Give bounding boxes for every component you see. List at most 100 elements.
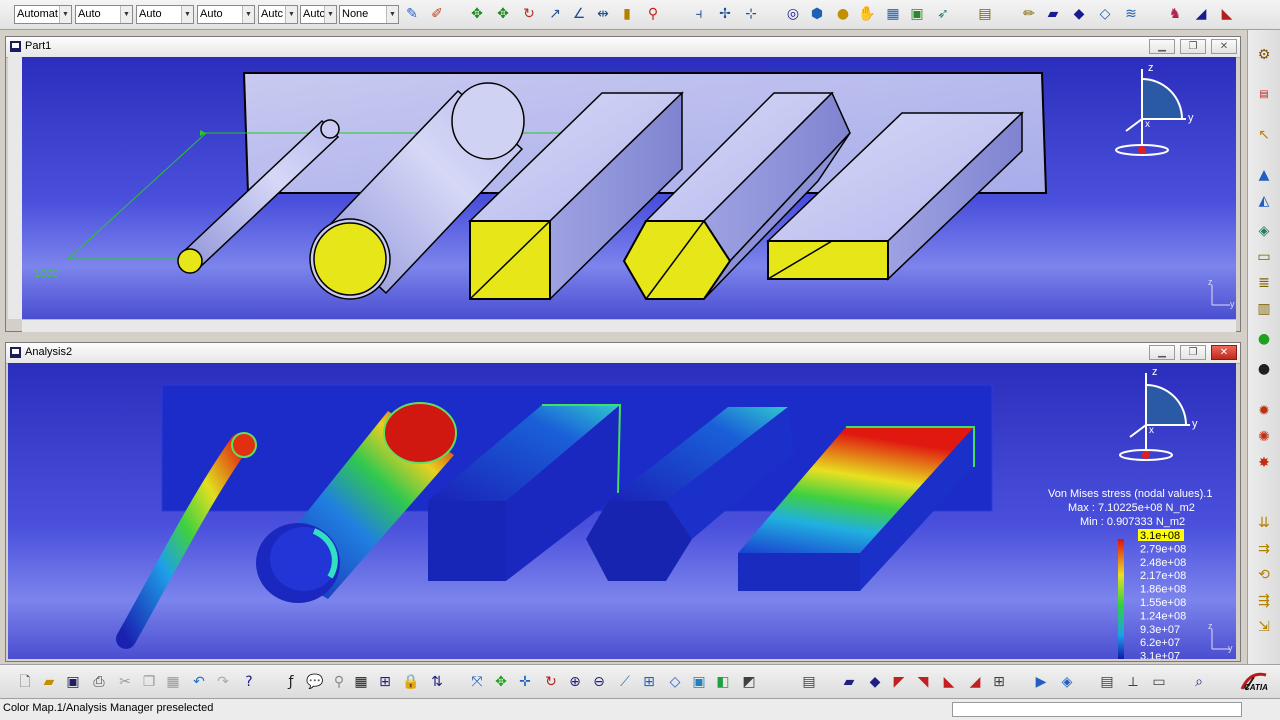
pdf-icon[interactable]: ▤ — [1255, 86, 1273, 104]
print-icon[interactable]: ⎙ — [90, 673, 108, 691]
close-button[interactable]: ✕ — [1211, 345, 1237, 360]
cut-icon[interactable]: ✂ — [116, 673, 134, 691]
restore-button[interactable]: ❐ — [1180, 345, 1206, 360]
rendering-style-dropdown[interactable]: Automat ▼ — [14, 5, 72, 24]
history-icon[interactable]: ▭ — [1150, 673, 1168, 691]
kinematics-icon[interactable]: ♞ — [1166, 5, 1184, 23]
command-input[interactable] — [952, 702, 1242, 717]
angle-icon[interactable]: ∠ — [570, 5, 588, 23]
report-icon[interactable]: ▤ — [1098, 673, 1116, 691]
principal-stress-icon[interactable]: ◢ — [966, 673, 984, 691]
table-icon[interactable]: ▤ — [976, 5, 994, 23]
force-icon[interactable]: ⇉ — [1255, 540, 1273, 558]
dimension-icon[interactable]: ⇹ — [594, 5, 612, 23]
axis-icon[interactable]: ✢ — [716, 5, 734, 23]
shell-icon[interactable]: ▭ — [1255, 248, 1273, 266]
catalog-icon[interactable]: ▤ — [800, 673, 818, 691]
beam-icon[interactable]: ≣ — [1255, 274, 1273, 292]
rotate-view-icon[interactable]: ↻ — [542, 673, 560, 691]
pan-view-icon[interactable]: ✥ — [492, 673, 510, 691]
bulb-icon[interactable]: ● — [834, 5, 852, 23]
copy-icon[interactable]: ❐ — [140, 673, 158, 691]
line-type-dropdown[interactable]: Autc ▼ — [258, 5, 298, 24]
grid-view-icon[interactable]: ▦ — [884, 5, 902, 23]
zoom-in-icon[interactable]: ⊕ — [566, 673, 584, 691]
precision-icon[interactable]: ⊞ — [990, 673, 1008, 691]
layer-dropdown[interactable]: None ▼ — [339, 5, 399, 24]
fly-mode-icon[interactable]: ➶ — [934, 5, 952, 23]
point-type-dropdown[interactable]: Autc ▼ — [300, 5, 337, 24]
multi-view-icon[interactable]: ⊞ — [640, 673, 658, 691]
deformation-icon[interactable]: ◤ — [890, 673, 908, 691]
von-mises-icon[interactable]: ◥ — [914, 673, 932, 691]
paste-icon[interactable]: ▦ — [164, 673, 182, 691]
iso-view-icon[interactable]: ◇ — [666, 673, 684, 691]
part-icon[interactable]: ▰ — [1044, 5, 1062, 23]
paint-brush-icon[interactable]: ✐ — [428, 5, 446, 23]
mold-icon[interactable]: ◣ — [1218, 5, 1236, 23]
assembly-icon[interactable]: ⬢ — [808, 5, 826, 23]
table-grid-icon[interactable]: ▦ — [352, 673, 370, 691]
normal-view-icon[interactable]: ⟋ — [616, 673, 634, 691]
new-file-icon[interactable]: 🗋 — [16, 673, 34, 691]
analysis-3d-viewport[interactable]: z y x Von Mises stress (nodal values).1 … — [8, 363, 1236, 659]
hide-show-icon[interactable]: ◧ — [714, 673, 732, 691]
snap-icon[interactable]: ↗ — [546, 5, 564, 23]
part-window-titlebar[interactable]: Part1 ▁ ❐ ✕ — [6, 37, 1240, 58]
color-dropdown[interactable]: Auto ▼ — [75, 5, 133, 24]
search-icon[interactable]: ⌕ — [1190, 673, 1208, 691]
minimize-button[interactable]: ▁ — [1149, 345, 1175, 360]
acceleration-icon[interactable]: ⇲ — [1255, 618, 1273, 636]
swap-visible-icon[interactable]: ◩ — [740, 673, 758, 691]
part-horizontal-scrollbar[interactable] — [22, 319, 1236, 332]
line-thickness-dropdown[interactable]: Auto ▼ — [197, 5, 255, 24]
cursor-icon[interactable]: ↖ — [1255, 126, 1273, 144]
sphere-icon[interactable]: ● — [1255, 360, 1273, 378]
mesh-part-icon[interactable]: ◆ — [866, 673, 884, 691]
target-icon[interactable]: ◎ — [784, 5, 802, 23]
hand-icon[interactable]: ✋ — [858, 5, 876, 23]
close-button[interactable]: ✕ — [1211, 39, 1237, 54]
move-icon[interactable]: ✛ — [516, 673, 534, 691]
property-icon[interactable]: ▥ — [1255, 300, 1273, 318]
measure-icon[interactable]: ⚲ — [644, 5, 662, 23]
traffic-light-icon[interactable]: ● — [1255, 330, 1273, 348]
part-3d-viewport[interactable]: z y x z y 1000 — [22, 57, 1236, 319]
help-icon[interactable]: ? — [240, 673, 258, 691]
analysis-window-titlebar[interactable]: Analysis2 ▁ ❐ ✕ — [6, 343, 1240, 364]
tree-icon[interactable]: ⊞ — [376, 673, 394, 691]
fit-all-icon[interactable]: ⤧ — [468, 673, 486, 691]
pan-icon[interactable]: ✥ — [468, 5, 486, 23]
transparency-dropdown[interactable]: Auto ▼ — [136, 5, 194, 24]
rotate-icon[interactable]: ↻ — [520, 5, 538, 23]
open-folder-icon[interactable]: ▰ — [40, 673, 58, 691]
shading-icon[interactable]: ▣ — [690, 673, 708, 691]
mesh-icon[interactable]: ▲ — [1255, 166, 1273, 184]
layers-icon[interactable]: ≋ — [1122, 5, 1140, 23]
surface-icon[interactable]: ◇ — [1096, 5, 1114, 23]
restraint-icon[interactable]: ✹ — [1255, 402, 1273, 420]
pin-icon[interactable]: ⚲ — [330, 673, 348, 691]
load-icon[interactable]: ⇊ — [1255, 514, 1273, 532]
animate-icon[interactable]: ▶ — [1032, 673, 1050, 691]
sensor-icon[interactable]: ⟂ — [1124, 673, 1142, 691]
cut-plane-icon[interactable]: ◈ — [1058, 673, 1076, 691]
displacement-icon[interactable]: ◣ — [940, 673, 958, 691]
undo-icon[interactable]: ↶ — [190, 673, 208, 691]
brush-icon[interactable]: ✏ — [1020, 5, 1038, 23]
redo-icon[interactable]: ↷ — [214, 673, 232, 691]
moment-icon[interactable]: ⟲ — [1255, 566, 1273, 584]
analysis-icon[interactable]: ▰ — [840, 673, 858, 691]
pressure-icon[interactable]: ✸ — [1255, 454, 1273, 472]
screen-icon[interactable]: ▣ — [908, 5, 926, 23]
part-vertical-scrollbar[interactable] — [8, 57, 23, 319]
comment-icon[interactable]: 💬 — [306, 673, 324, 691]
gear-icon[interactable]: ⚙ — [1255, 46, 1273, 64]
sort-icon[interactable]: ⇅ — [428, 673, 446, 691]
formula-icon[interactable]: ƒ — [282, 673, 300, 691]
minimize-button[interactable]: ▁ — [1149, 39, 1175, 54]
hole-icon[interactable]: ◢ — [1192, 5, 1210, 23]
octree-icon[interactable]: ◭ — [1255, 192, 1273, 210]
restore-button[interactable]: ❐ — [1180, 39, 1206, 54]
compass-icon[interactable]: ⊹ — [742, 5, 760, 23]
